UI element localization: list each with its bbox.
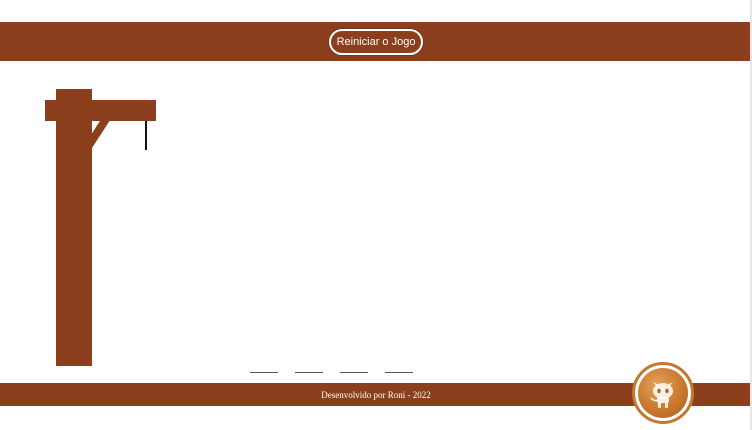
github-link[interactable]: [632, 362, 694, 424]
word-letter-slots: [250, 360, 413, 373]
letter-slot: [250, 360, 278, 373]
letter-slot: [295, 360, 323, 373]
letter-slot: [340, 360, 368, 373]
gallows-rope: [145, 121, 147, 150]
hangman-page: Reiniciar o Jogo Desenvolvido por Roni -…: [0, 0, 752, 430]
github-badge: [638, 368, 688, 418]
footer-credit: Desenvolvido por Roni - 2022: [321, 389, 431, 400]
letter-slot: [385, 360, 413, 373]
gallows-post: [56, 89, 92, 366]
top-bar: Reiniciar o Jogo: [0, 22, 752, 61]
restart-game-button[interactable]: Reiniciar o Jogo: [328, 28, 424, 55]
github-octocat-icon: [650, 382, 673, 408]
